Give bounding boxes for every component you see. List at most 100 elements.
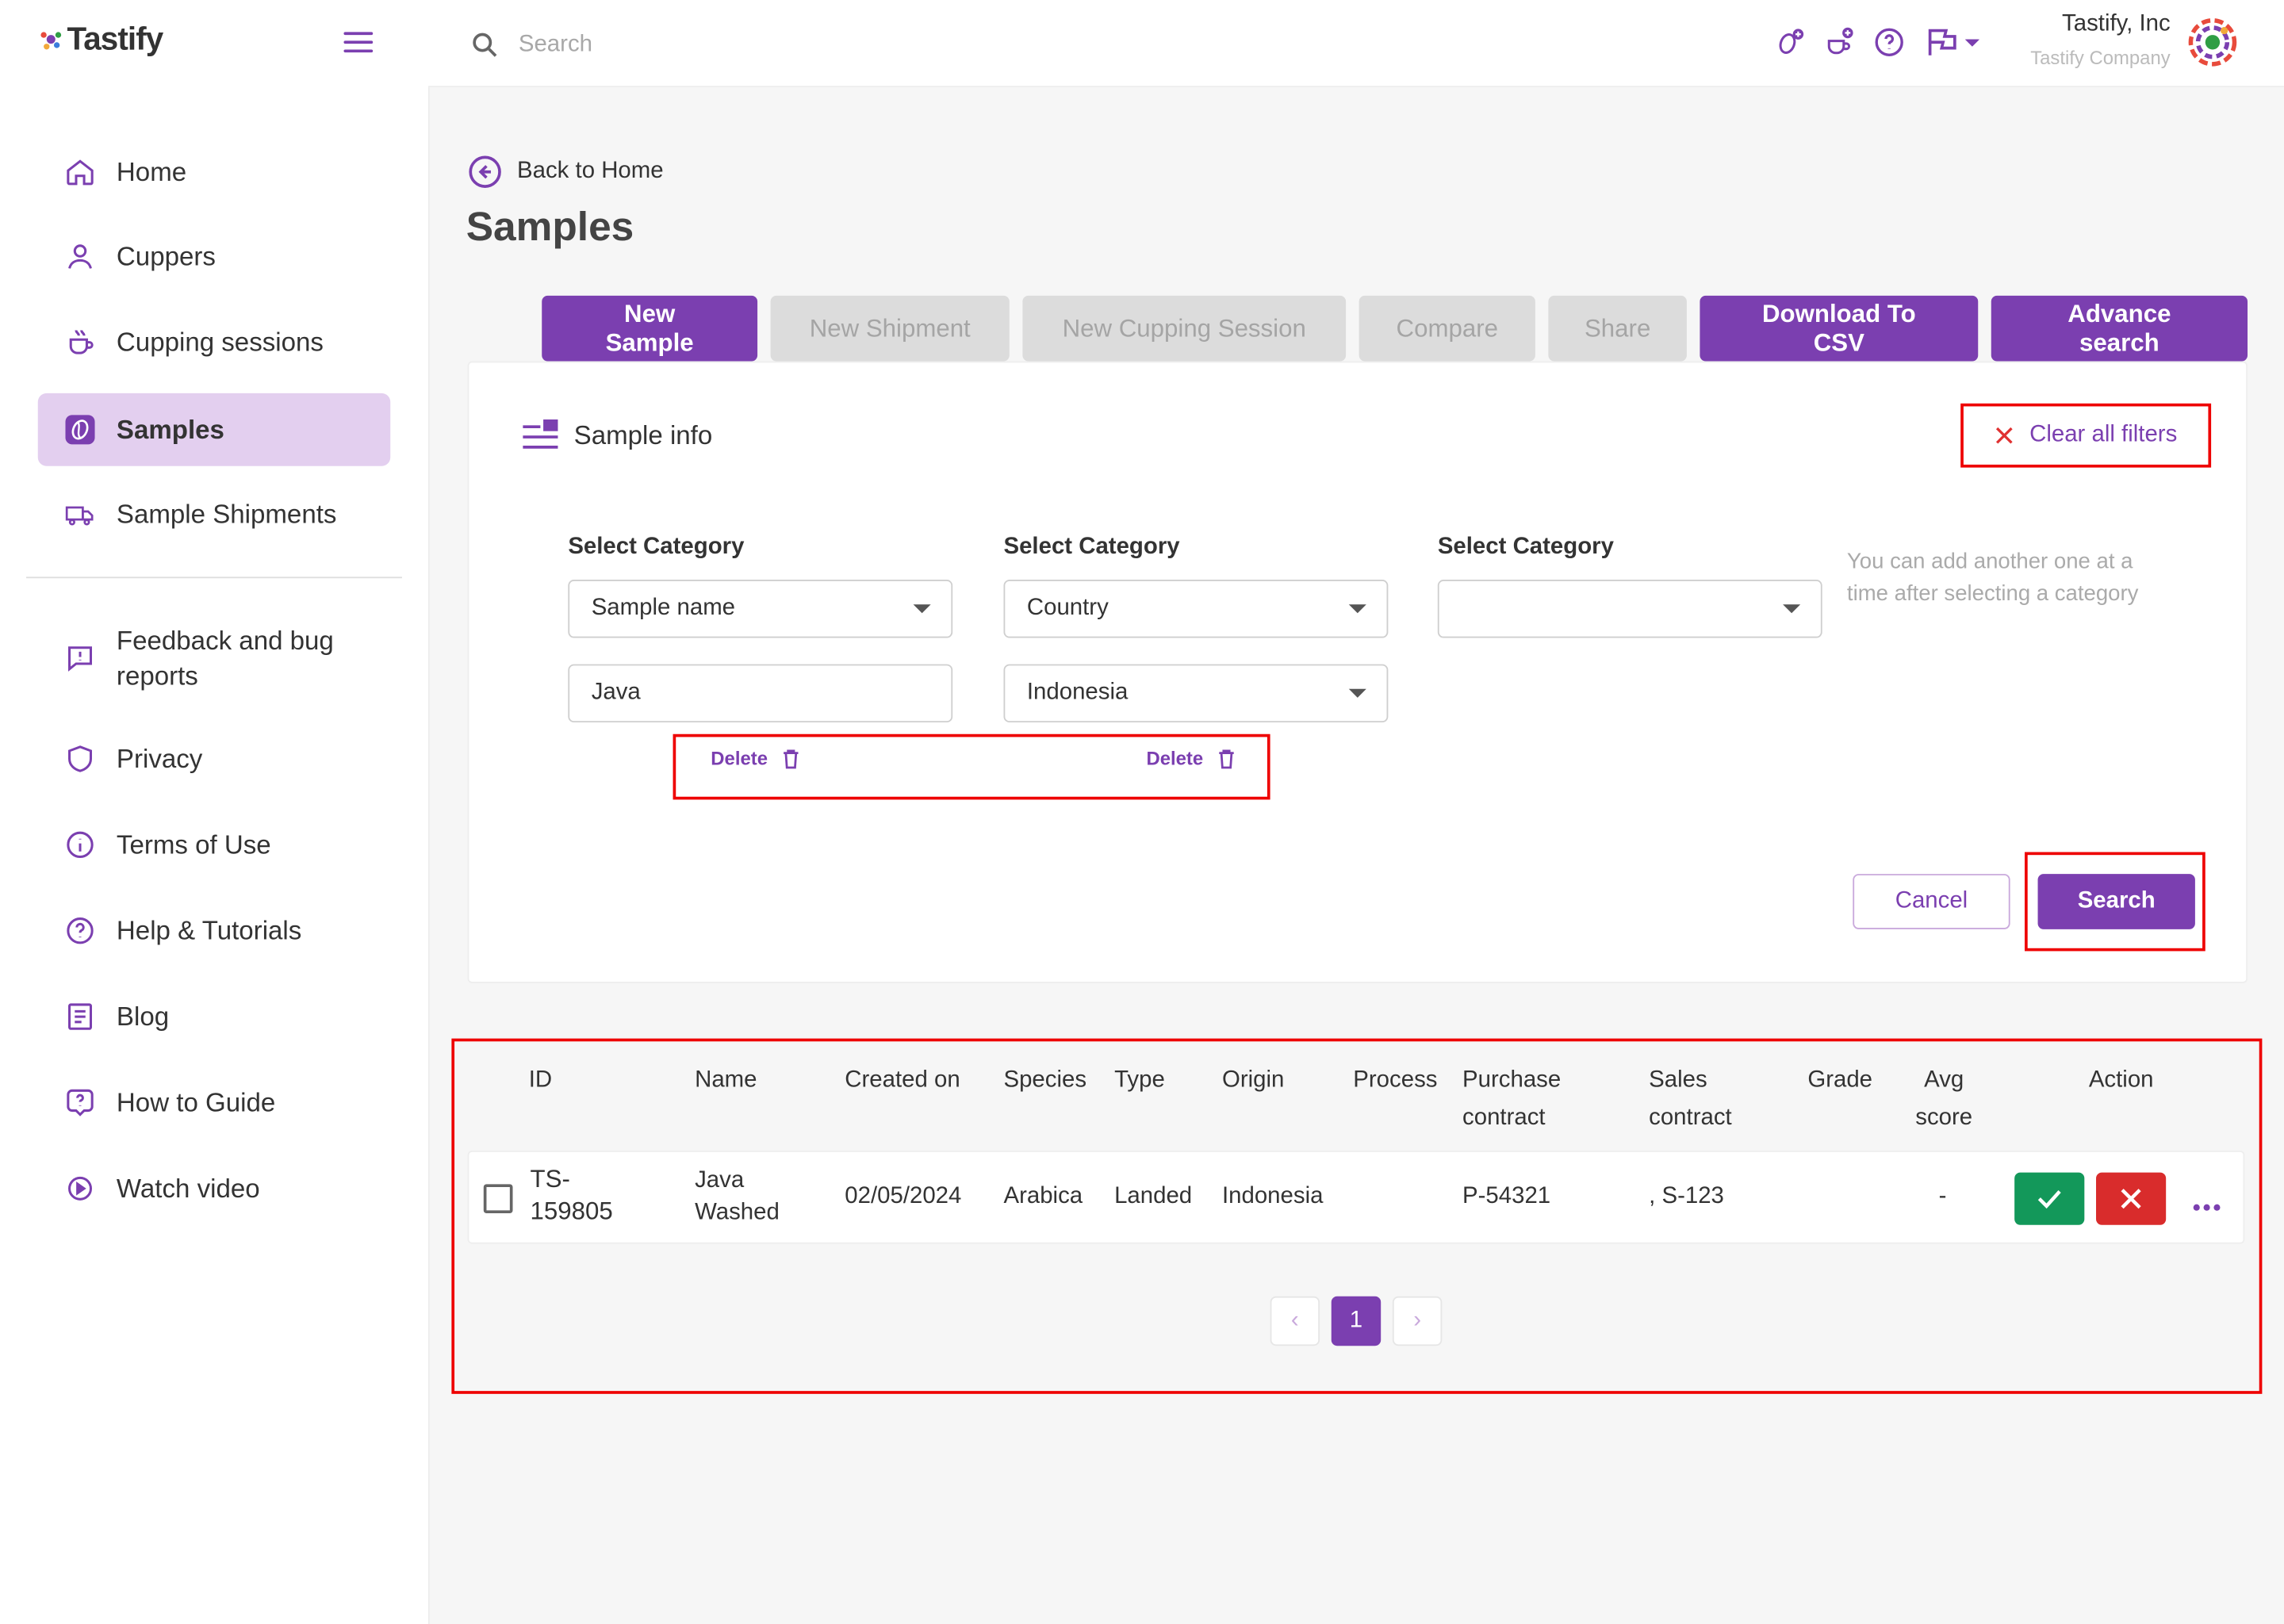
col-header-created: Created on [845, 1067, 960, 1093]
page-button-1[interactable]: 1 [1331, 1296, 1382, 1346]
delete-filter-1-button[interactable]: Delete [711, 747, 799, 769]
logo[interactable]: Tastify [38, 21, 163, 59]
sidebar-item-cupping-sessions[interactable]: Cupping sessions [38, 306, 390, 379]
share-button[interactable]: Share [1548, 295, 1687, 362]
blog-icon [64, 1001, 96, 1032]
category-hint-line-2: time after selecting a category [1846, 580, 2139, 607]
sidebar-item-cuppers[interactable]: Cuppers [38, 220, 390, 293]
sidebar-item-feedback[interactable]: Feedback and bug reports [38, 619, 390, 698]
pagination: ‹ 1 › [1270, 1296, 1443, 1346]
sidebar-item-blog[interactable]: Blog [38, 980, 390, 1053]
col-header-purchase-line-1: Purchase [1462, 1067, 1562, 1093]
country-select-value: Indonesia [1026, 680, 1129, 706]
panel-header: Sample info [522, 418, 713, 453]
approve-button[interactable] [2014, 1172, 2085, 1225]
sample-name-input[interactable]: Java [568, 664, 953, 723]
trash-icon [1219, 749, 1234, 768]
sidebar-divider [26, 576, 402, 579]
avatar[interactable] [2188, 17, 2237, 67]
more-options-icon[interactable] [2192, 1193, 2221, 1219]
app-root: Tastify Home Cuppers Cupping sessions Sa… [0, 0, 2284, 1624]
row-checkbox[interactable] [483, 1184, 513, 1214]
sample-name-value: Java [591, 680, 641, 706]
cell-sales-contract: , S-123 [1649, 1184, 1724, 1209]
sidebar-item-how-to-guide[interactable]: How to Guide [38, 1067, 390, 1139]
menu-toggle-icon[interactable] [343, 32, 374, 55]
sidebar-item-label: Blog [116, 1002, 170, 1032]
cancel-button[interactable]: Cancel [1853, 874, 2010, 929]
coffee-bean-icon [64, 414, 96, 446]
prev-page-button[interactable]: ‹ [1270, 1296, 1320, 1346]
chevron-down-icon [1783, 604, 1801, 614]
shield-icon [64, 743, 96, 775]
category-hint-line-1: You can add another one at a [1846, 549, 2133, 574]
sidebar-item-sample-shipments[interactable]: Sample Shipments [38, 477, 390, 550]
new-sample-button[interactable]: New Sample [542, 295, 758, 362]
sidebar-item-samples[interactable]: Samples [37, 393, 391, 466]
reject-button[interactable] [2096, 1172, 2167, 1225]
company-info[interactable]: Tastify, Inc Tastify Company [2030, 12, 2170, 69]
user-icon [64, 240, 96, 272]
sidebar-item-label: Sample Shipments [116, 500, 337, 529]
country-select[interactable]: Indonesia [1003, 664, 1389, 723]
back-to-home-link[interactable]: Back to Home [468, 155, 664, 190]
add-cupper-icon[interactable] [1774, 26, 1806, 58]
advance-search-button[interactable]: Advance search [1991, 295, 2248, 362]
cell-id-line-2: 159805 [530, 1197, 613, 1225]
sidebar-item-terms[interactable]: Terms of Use [38, 808, 390, 881]
company-subtitle: Tastify Company [2030, 46, 2171, 69]
category-select-3[interactable] [1437, 580, 1822, 638]
category-select-1[interactable]: Sample name [568, 580, 953, 638]
toolbar: New Sample New Shipment New Cupping Sess… [542, 295, 2248, 362]
sidebar-item-watch-video[interactable]: Watch video [38, 1152, 390, 1225]
download-csv-button[interactable]: Download To CSV [1700, 295, 1979, 362]
panel-title: Sample info [573, 419, 713, 450]
clear-all-filters-button[interactable]: Clear all filters [1960, 403, 2212, 468]
main-content: Back to Home Samples New Sample New Ship… [429, 87, 2284, 1624]
page-title: Samples [466, 204, 634, 250]
chevron-down-icon [1348, 604, 1366, 614]
samples-table: ID Name Created on Species Type Origin P… [451, 1038, 2263, 1394]
advanced-search-panel: Sample info Clear all filters Select Cat… [467, 361, 2248, 983]
col-header-avg-score: Avg score [1915, 1062, 1972, 1138]
category-select-1-value: Sample name [591, 596, 736, 621]
feedback-icon [64, 642, 96, 674]
cell-purchase-contract: P-54321 [1462, 1184, 1551, 1209]
cell-name: Java Washed [695, 1165, 780, 1229]
col-header-sales-line-2: contract [1649, 1105, 1732, 1131]
arrow-left-circle-icon [469, 155, 501, 188]
sidebar-item-label: Privacy [116, 744, 203, 774]
sample-info-icon [523, 419, 558, 449]
sidebar-item-home[interactable]: Home [38, 136, 390, 209]
sidebar-item-privacy[interactable]: Privacy [38, 722, 390, 795]
col-header-purchase-line-2: contract [1462, 1105, 1546, 1131]
new-cupping-session-button[interactable]: New Cupping Session [1022, 295, 1347, 362]
delete-filter-2-button[interactable]: Delete [1146, 747, 1235, 769]
sidebar-item-label: Cupping sessions [116, 327, 324, 358]
category-select-2[interactable]: Country [1003, 580, 1389, 638]
category-label-3: Select Category [1437, 534, 1614, 560]
next-page-button[interactable]: › [1392, 1296, 1443, 1346]
help-icon [64, 915, 96, 947]
col-header-id: ID [528, 1067, 553, 1093]
delete-label: Delete [1146, 747, 1204, 769]
add-cupping-icon[interactable] [1824, 26, 1856, 58]
new-shipment-button[interactable]: New Shipment [770, 295, 1010, 362]
sidebar-item-label: Watch video [116, 1174, 260, 1204]
col-header-purchase-contract: Purchase contract [1462, 1062, 1561, 1138]
table-row[interactable]: TS- 159805 Java Washed 02/05/2024 Arabic… [467, 1151, 2245, 1244]
search-button[interactable]: Search [2037, 874, 2195, 929]
col-header-name: Name [695, 1067, 757, 1093]
help-icon[interactable] [1873, 26, 1905, 58]
flag-dropdown-icon[interactable] [1922, 26, 1980, 58]
col-header-grade: Grade [1807, 1067, 1873, 1093]
sidebar-item-label: Feedback and bug reports [116, 626, 334, 691]
search-input[interactable] [515, 30, 959, 60]
cell-id-line-1: TS- [530, 1165, 570, 1193]
close-icon [1996, 427, 2014, 444]
chevron-down-icon [913, 604, 931, 614]
compare-button[interactable]: Compare [1359, 295, 1535, 362]
col-header-sales-line-1: Sales [1649, 1067, 1707, 1093]
global-search [469, 29, 959, 61]
sidebar-item-help[interactable]: Help & Tutorials [38, 894, 390, 967]
